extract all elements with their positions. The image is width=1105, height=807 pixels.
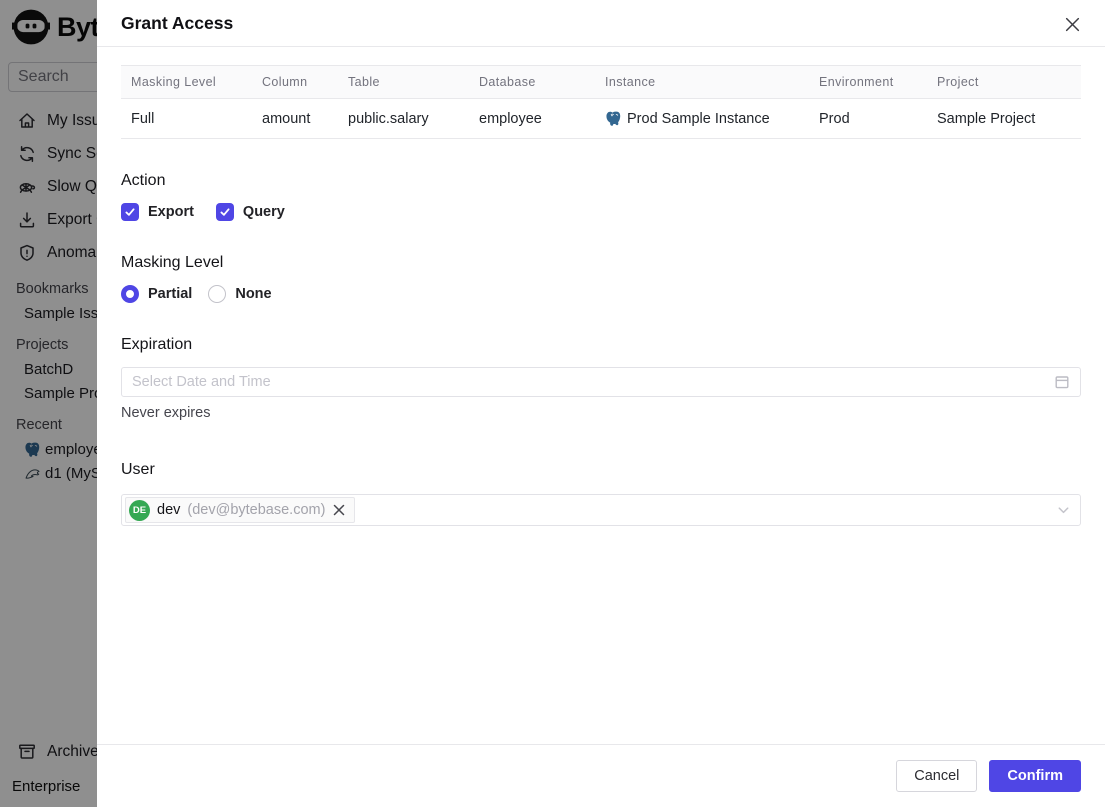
expiration-section-label: Expiration [121, 336, 193, 353]
col-header-table: Table [338, 65, 469, 99]
user-tag: DE dev (dev@bytebase.com) [125, 497, 356, 523]
radio-unselected-icon[interactable] [208, 285, 227, 303]
user-email: (dev@bytebase.com) [187, 502, 326, 518]
checkbox-label: Query [242, 204, 285, 220]
user-name: dev [157, 502, 181, 518]
dialog-header: Grant Access [97, 0, 1105, 47]
none-radio[interactable]: None [208, 285, 272, 303]
checkbox-label: Export [148, 204, 194, 220]
user-section-label: User [121, 461, 155, 478]
col-header-masking-level: Masking Level [121, 65, 252, 99]
col-header-environment: Environment [809, 65, 927, 99]
export-checkbox[interactable]: Export [121, 203, 194, 221]
instance-name: Prod Sample Instance [627, 110, 770, 127]
confirm-button[interactable]: Confirm [989, 760, 1081, 792]
query-checkbox[interactable]: Query [215, 203, 285, 221]
expiration-date-picker[interactable] [121, 367, 1081, 397]
checkbox-checked-icon[interactable] [121, 203, 139, 221]
close-icon[interactable] [1061, 13, 1083, 35]
dialog-footer: Cancel Confirm [97, 744, 1105, 807]
expiration-note: Never expires [121, 405, 211, 421]
cell-database: employee [469, 98, 595, 139]
partial-radio[interactable]: Partial [121, 285, 192, 303]
avatar: DE [129, 499, 150, 521]
dialog-body: Masking Level Column Table Database Inst… [97, 47, 1105, 744]
postgres-icon [606, 111, 621, 126]
dialog-title: Grant Access [121, 13, 234, 33]
cell-project: Sample Project [927, 98, 1081, 139]
col-header-database: Database [469, 65, 595, 99]
radio-label: Partial [148, 286, 193, 302]
table-row: Full amount public.salary employee Prod … [121, 98, 1081, 139]
user-select[interactable]: DE dev (dev@bytebase.com) [121, 494, 1081, 526]
cell-table: public.salary [338, 98, 469, 139]
chevron-down-icon[interactable] [1056, 503, 1071, 518]
action-section-label: Action [121, 172, 166, 189]
cancel-button[interactable]: Cancel [896, 760, 978, 792]
calendar-icon [1055, 376, 1069, 389]
radio-label: None [235, 286, 272, 302]
masking-table: Masking Level Column Table Database Inst… [121, 65, 1081, 139]
cell-column: amount [252, 98, 338, 139]
table-header-row: Masking Level Column Table Database Inst… [121, 65, 1081, 99]
masking-level-options: Partial None [121, 285, 1081, 303]
date-input[interactable] [132, 374, 1054, 390]
checkbox-checked-icon[interactable] [215, 203, 234, 221]
col-header-instance: Instance [595, 65, 809, 99]
cell-masking-level: Full [121, 98, 252, 139]
radio-selected-icon[interactable] [121, 285, 139, 303]
remove-user-icon[interactable] [332, 503, 346, 517]
cell-instance: Prod Sample Instance [595, 98, 809, 139]
grant-access-dialog: Grant Access Masking Level Column Table … [97, 0, 1105, 807]
cell-environment: Prod [809, 98, 927, 139]
col-header-column: Column [252, 65, 338, 99]
col-header-project: Project [927, 65, 1081, 99]
action-options: Export Query [121, 203, 1081, 221]
masking-level-section-label: Masking Level [121, 254, 224, 271]
